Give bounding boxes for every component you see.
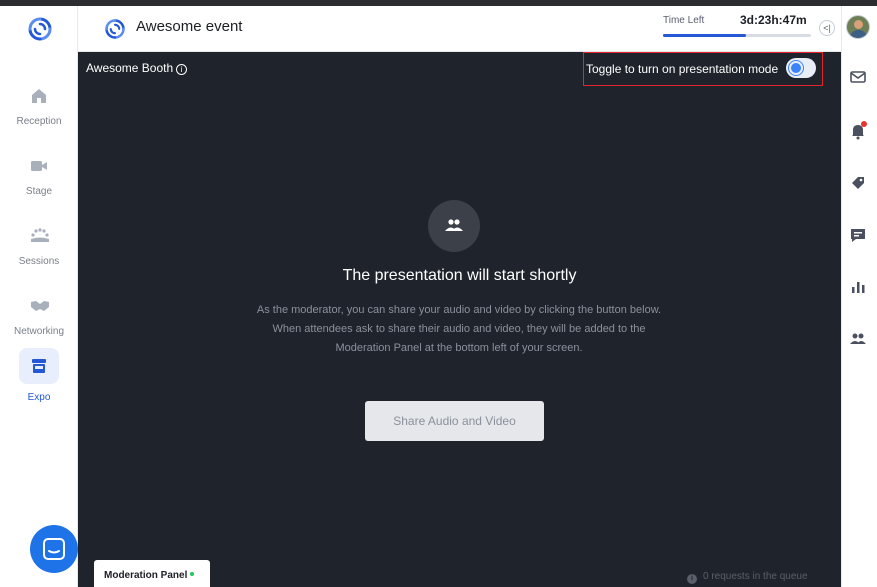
sidebar-item-stage[interactable]: Stage [0,148,78,208]
avatar-body [850,30,867,38]
time-left-label: Time Left [663,15,705,26]
presentation-title: The presentation will start shortly [342,267,577,284]
avatar-face [854,20,863,29]
presentation-description: As the moderator, you can share your aud… [256,304,662,354]
event-logo-icon [105,19,125,39]
bell-icon[interactable] [849,121,867,140]
sidebar-item-expo[interactable]: Expo [0,348,78,408]
sidebar-item-label: Expo [27,392,51,403]
sidebar-item-sessions[interactable]: Sessions [0,218,78,278]
ticket-icon[interactable] [849,174,867,192]
presentation-stage: Awesome Booth i Toggle to turn on present… [78,52,841,587]
video-camera-icon [19,148,59,184]
sidebar-item-reception[interactable]: Reception [0,78,78,138]
queue-status-text: 0 requests in the queue [703,571,808,582]
app-window: Reception Stage Sessions Networking Expo [0,0,877,587]
sidebar-item-label: Reception [16,116,62,127]
chat-bubble-icon [43,538,65,560]
toggle-knob [789,61,803,75]
share-audio-video-button[interactable]: Share Audio and Video [365,401,544,441]
user-avatar[interactable] [846,15,870,39]
poll-icon[interactable] [849,278,867,296]
queue-status: i 0 requests in the queue [687,571,808,584]
info-circle-icon: i [687,574,697,584]
time-left-progress-bar [663,34,811,37]
time-left-value: 3d:23h:47m [740,13,807,27]
people-group-icon [428,200,480,252]
handshake-icon [19,288,59,324]
chat-launcher-button[interactable] [30,525,78,573]
sidebar-item-label: Sessions [18,256,60,267]
chat-icon[interactable] [849,226,867,244]
sidebar-item-label: Networking [13,326,65,337]
event-title: Awesome event [136,18,243,35]
brand-logo-icon[interactable] [27,16,53,42]
presentation-mode-toggle-label: Toggle to turn on presentation mode [586,62,779,76]
inbox-icon[interactable] [849,68,867,86]
storefront-icon [19,348,59,384]
sidebar-item-label: Stage [25,186,53,197]
booth-title: Awesome Booth i [86,61,188,75]
booth-title-text: Awesome Booth [86,61,174,75]
moderation-panel-label: Moderation Panel [104,570,195,581]
left-sidebar: Reception Stage Sessions Networking Expo [0,6,78,587]
collapse-panel-button[interactable]: <| [819,20,835,36]
sidebar-item-networking[interactable]: Networking [0,288,78,348]
people-icon[interactable] [849,330,867,348]
moderation-panel-text: Moderation Panel [104,570,188,581]
audience-icon [19,218,59,254]
info-icon[interactable]: i [176,64,188,75]
notification-dot [861,121,867,127]
right-sidebar [841,6,877,587]
home-icon [19,78,59,114]
moderation-panel-tab[interactable]: Moderation Panel [94,560,210,587]
top-header: Awesome event Time Left 3d:23h:47m <| [78,6,841,52]
time-left-progress-fill [663,34,746,37]
presentation-mode-toggle[interactable] [786,58,816,78]
presentation-mode-toggle-area: Toggle to turn on presentation mode [583,52,823,86]
online-status-dot [190,572,195,576]
